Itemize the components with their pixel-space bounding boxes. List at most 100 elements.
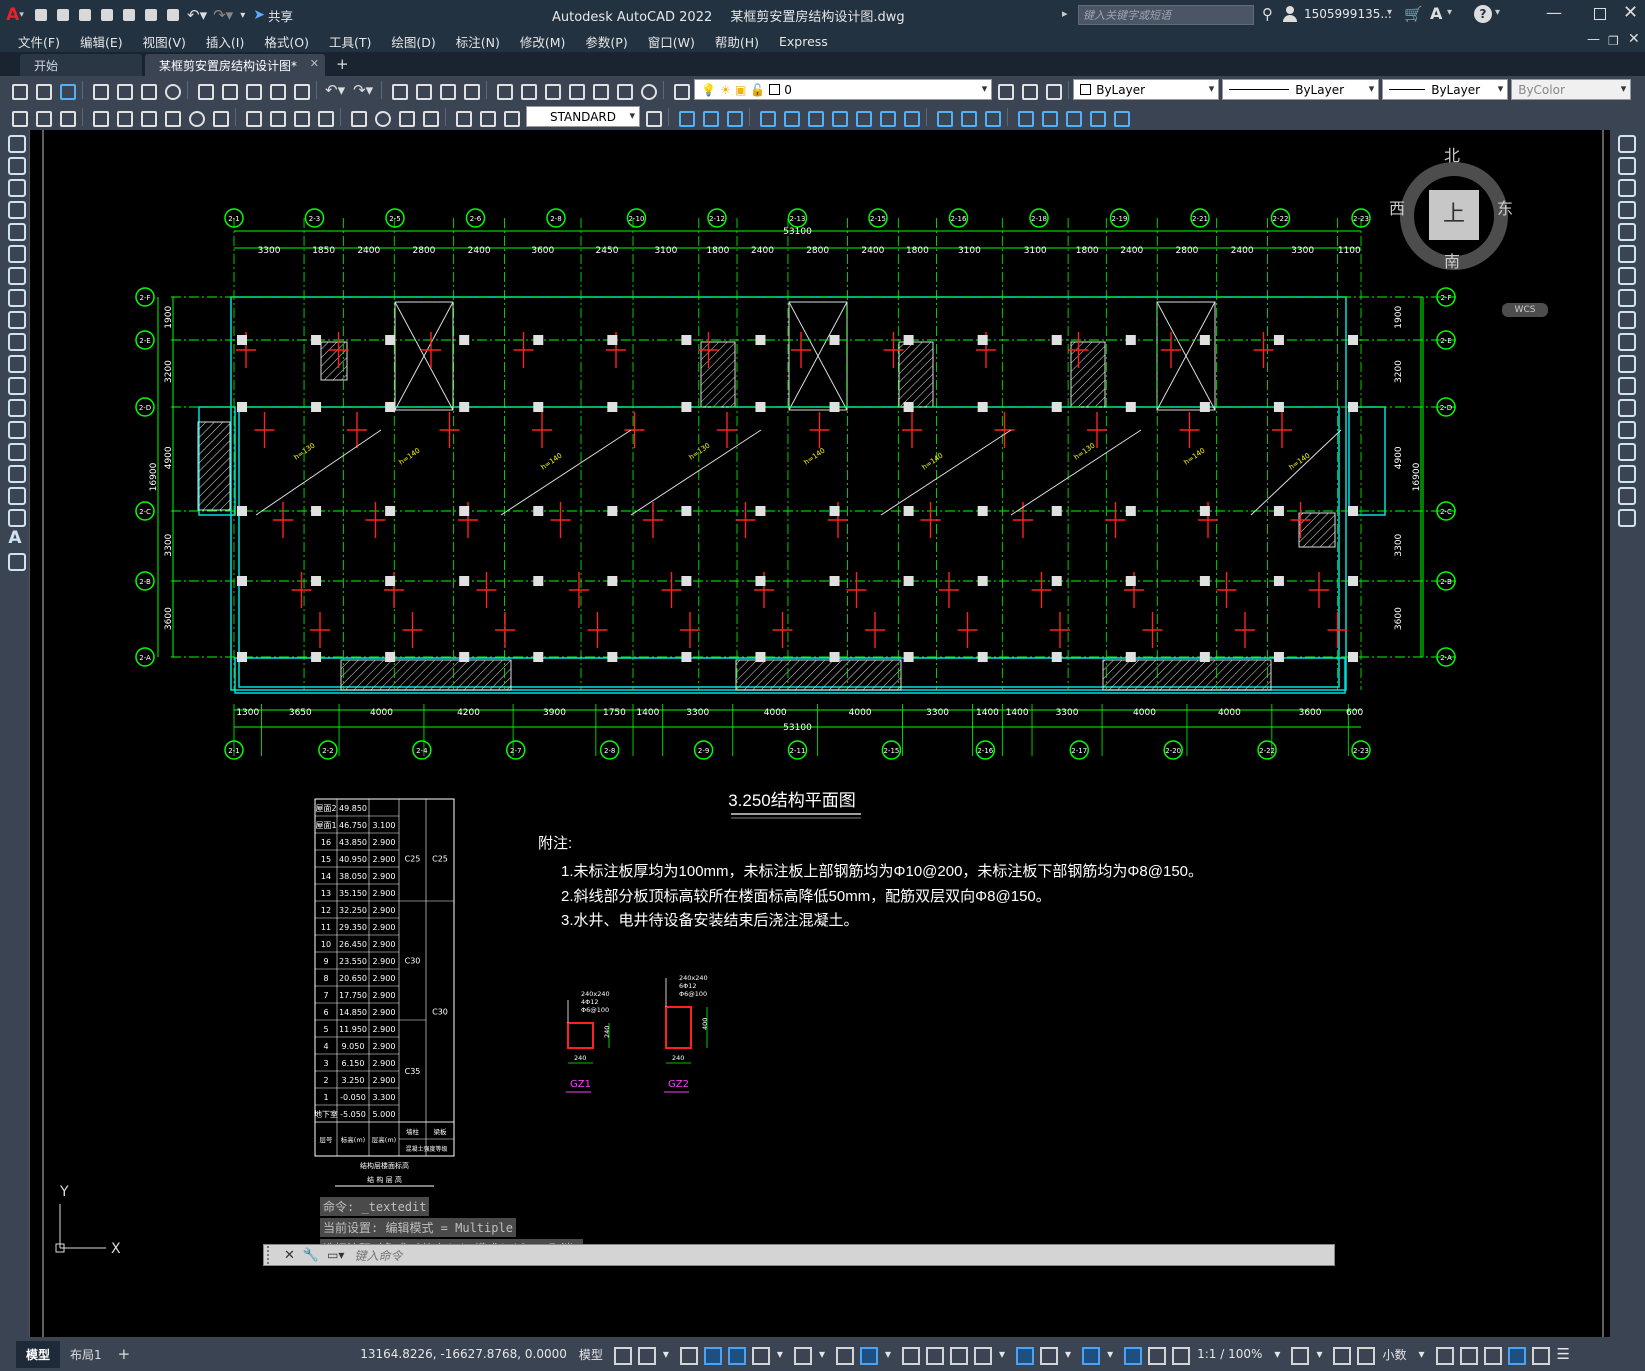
transparency-icon[interactable] [924,1345,945,1365]
table-icon[interactable] [5,506,26,527]
3d-array-icon[interactable] [852,107,872,127]
snap-chevron-icon[interactable]: ▾ [663,1347,669,1361]
new-tab-button[interactable]: + [328,55,357,76]
point-icon[interactable] [5,418,26,439]
array-icon[interactable] [1615,220,1636,241]
plotstyle-dropdown[interactable]: ByColor [1511,79,1632,100]
doc-restore-icon[interactable]: ❐ [1608,34,1619,48]
infer-constraints-icon[interactable] [678,1345,698,1365]
search-icon[interactable]: ⚲ [1262,5,1273,23]
object-snap-tracking-icon[interactable] [834,1345,854,1365]
publish-icon[interactable] [137,80,157,100]
share-icon[interactable]: ➤ [253,7,265,23]
ellipse-icon[interactable] [5,330,26,351]
spline-icon[interactable] [5,308,26,329]
iso-chevron-icon[interactable]: ▾ [819,1347,825,1361]
center-mark-icon[interactable] [371,107,391,127]
tab-drawing[interactable]: 某框剪安置房结构设计图* ✕ [145,54,325,76]
add-selected-icon[interactable] [5,550,26,571]
viewcube-west[interactable]: 西 [1389,195,1405,219]
qnew-icon[interactable] [8,80,28,100]
3d-union-icon[interactable] [699,107,719,127]
menu-parametric[interactable]: 参数(P) [575,32,637,51]
quick-dim-icon[interactable] [209,107,229,127]
plot-icon[interactable] [164,6,182,24]
tolerance-icon[interactable] [347,107,367,127]
dim-radius-icon[interactable] [113,107,133,127]
save-toolbar-icon[interactable] [56,80,76,100]
gradient-icon[interactable] [5,462,26,483]
cut-icon[interactable] [194,80,214,100]
dim-edit-icon[interactable] [452,107,472,127]
design-center-icon[interactable] [517,80,538,100]
menu-express[interactable]: Express [769,34,838,49]
dim-ordinate-icon[interactable] [89,107,109,127]
polar-chevron-icon[interactable]: ▾ [777,1347,783,1361]
erase-icon[interactable] [1615,132,1636,153]
plot-toolbar-icon[interactable] [89,80,109,100]
tab-start[interactable]: 开始 [20,54,142,76]
make-block-icon[interactable] [5,396,26,417]
3d-box-icon[interactable] [675,107,695,127]
mtext-icon[interactable]: A [5,528,25,548]
save-web-icon[interactable] [142,6,160,24]
isometric-icon[interactable] [792,1345,812,1365]
coordinate-readout[interactable]: 13164.8226, -16627.8768, 0.0000 [360,1347,567,1361]
help-chevron-icon[interactable]: ▾ [1495,7,1500,18]
3d-extrude-icon[interactable] [876,107,896,127]
undo-icon[interactable]: ↶▾ [187,6,207,24]
a360-chevron-icon[interactable]: ▾ [1447,7,1452,18]
customize-quick-access-icon[interactable]: ▾ [240,10,245,21]
copy-icon[interactable] [218,80,238,100]
break-icon[interactable] [1615,396,1636,417]
blend-curves-icon[interactable] [1615,484,1636,505]
extend-icon[interactable] [1615,352,1636,373]
join-icon[interactable] [1615,418,1636,439]
search-expand-icon[interactable]: ▸ [1062,7,1068,20]
annotation-monitor-icon[interactable] [1331,1345,1352,1365]
trim-icon[interactable] [1615,330,1636,351]
osnap-chevron-icon[interactable]: ▾ [885,1347,891,1361]
drawing-canvas[interactable]: h=130 h=140 h=140 h=130 h=140 h=140 h=130 h=140… [31,130,1610,1337]
3d-osnap-chevron-icon[interactable]: ▾ [999,1347,1005,1361]
properties-icon[interactable] [493,80,514,100]
revision-cloud-icon[interactable] [5,286,26,307]
layer-dropdown[interactable]: 💡 ☀ ▣ 🔓 0 [694,79,993,100]
color-dropdown[interactable]: ByLayer [1073,79,1220,100]
dim-arc-icon[interactable] [56,107,76,127]
clean-screen-icon[interactable] [1530,1345,1550,1365]
3d-slice-icon[interactable] [933,107,953,127]
grid-icon[interactable] [612,1345,632,1365]
circle-icon[interactable] [5,264,26,285]
command-grip-icon[interactable] [267,1246,277,1264]
annotation-scale-icon[interactable] [1170,1345,1191,1365]
viewcube-north[interactable]: 北 [1444,142,1460,166]
explode-icon[interactable] [1615,506,1636,527]
polar-tracking-icon[interactable] [750,1345,770,1365]
zoom-window-icon[interactable] [436,80,457,100]
auto-scale-icon[interactable] [1146,1345,1167,1365]
jogged-linear-icon[interactable] [419,107,439,127]
move-icon[interactable] [1615,242,1636,263]
3d-shell-icon[interactable] [1014,107,1034,127]
model-space-toggle[interactable]: 模型 [579,1346,603,1363]
selection-cycling-icon[interactable] [948,1345,969,1365]
open-web-icon[interactable] [120,6,138,24]
menu-format[interactable]: 格式(O) [254,32,319,51]
polyline-icon[interactable] [5,176,26,197]
units-value[interactable]: 小数 [1382,1346,1406,1363]
scale-chevron-icon[interactable]: ▾ [1274,1347,1280,1361]
cart-icon[interactable]: 🛒 [1404,5,1423,23]
polygon-icon[interactable] [5,198,26,219]
dim-style-manager-icon[interactable] [642,107,662,127]
layer-previous-icon[interactable] [1018,80,1039,100]
help-toolbar-icon[interactable] [637,80,658,100]
doc-close-icon[interactable]: ✕ [1628,31,1640,47]
minimize-window-icon[interactable]: — [1546,3,1562,22]
3d-chamfer-icon[interactable] [1062,107,1082,127]
viewcube-south[interactable]: 南 [1444,248,1460,272]
mirror-icon[interactable] [1615,176,1636,197]
insert-block-icon[interactable] [5,374,26,395]
undo-toolbar-icon[interactable]: ↶▾ [325,81,345,99]
paste-icon[interactable] [242,80,262,100]
